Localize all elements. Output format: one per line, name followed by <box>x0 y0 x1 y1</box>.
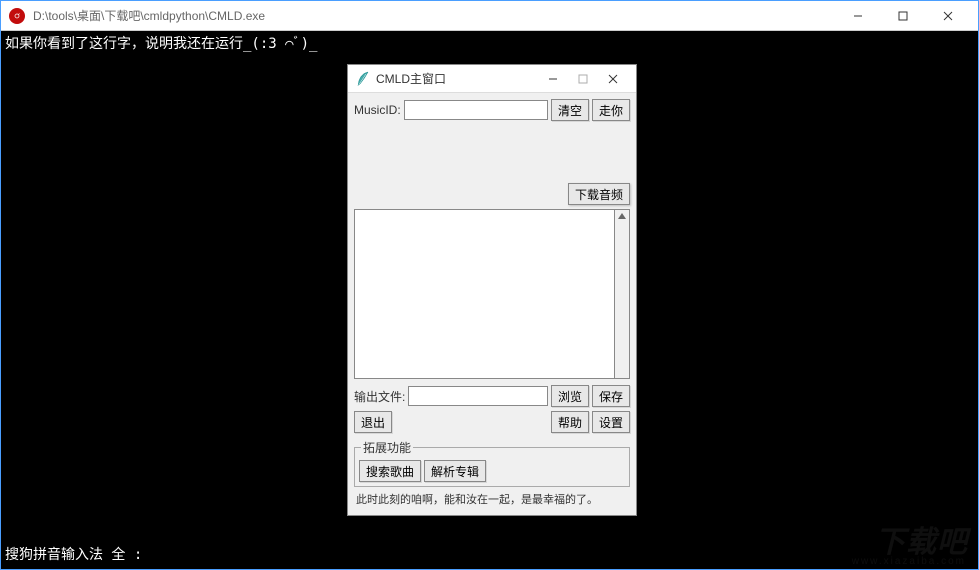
output-file-input[interactable] <box>408 386 548 406</box>
child-maximize-button[interactable] <box>568 68 598 90</box>
clear-button[interactable]: 清空 <box>551 99 589 121</box>
spacer <box>354 125 630 183</box>
child-minimize-button[interactable] <box>538 68 568 90</box>
help-button[interactable]: 帮助 <box>551 411 589 433</box>
extension-row: 搜索歌曲 解析专辑 <box>359 460 625 482</box>
child-close-button[interactable] <box>598 68 628 90</box>
go-button[interactable]: 走你 <box>592 99 630 121</box>
exit-button[interactable]: 退出 <box>354 411 392 433</box>
ime-status: 搜狗拼音输入法 全 : <box>5 544 142 564</box>
save-button[interactable]: 保存 <box>592 385 630 407</box>
music-id-label: MusicID: <box>354 103 401 117</box>
output-file-row: 输出文件: 浏览 保存 <box>354 385 630 407</box>
scrollbar[interactable] <box>615 209 630 379</box>
log-textarea[interactable] <box>354 209 615 379</box>
child-window-title: CMLD主窗口 <box>376 70 538 87</box>
netease-icon <box>9 8 25 24</box>
log-area-wrap <box>354 209 630 379</box>
child-window-controls <box>538 68 628 90</box>
music-id-row: MusicID: 清空 走你 <box>354 99 630 121</box>
console-window-controls <box>835 1 970 30</box>
child-body: MusicID: 清空 走你 下载音频 输出文件: 浏览 保存 退出 <box>348 93 636 515</box>
close-button[interactable] <box>925 1 970 30</box>
maximize-button[interactable] <box>880 1 925 30</box>
minimize-button[interactable] <box>835 1 880 30</box>
extension-legend: 拓展功能 <box>361 439 413 456</box>
extension-fieldset: 拓展功能 搜索歌曲 解析专辑 <box>354 439 630 487</box>
output-file-label: 输出文件: <box>354 388 405 405</box>
cmld-main-window: CMLD主窗口 MusicID: 清空 走你 下载音频 <box>347 64 637 516</box>
browse-button[interactable]: 浏览 <box>551 385 589 407</box>
action-row: 退出 帮助 设置 <box>354 411 630 433</box>
search-song-button[interactable]: 搜索歌曲 <box>359 460 421 482</box>
status-bar: 此时此刻的咱啊，能和汝在一起，是最幸福的了。 <box>354 487 630 509</box>
download-audio-button[interactable]: 下载音频 <box>568 183 630 205</box>
console-window: D:\tools\桌面\下载吧\cmldpython\CMLD.exe 如果你看… <box>0 0 979 570</box>
settings-button[interactable]: 设置 <box>592 411 630 433</box>
console-output-text: 如果你看到了这行字，说明我还在运行_(:3 ⌒ﾞ)_ <box>5 33 974 53</box>
parse-album-button[interactable]: 解析专辑 <box>424 460 486 482</box>
download-row: 下载音频 <box>354 183 630 205</box>
console-titlebar[interactable]: D:\tools\桌面\下载吧\cmldpython\CMLD.exe <box>1 1 978 31</box>
child-titlebar[interactable]: CMLD主窗口 <box>348 65 636 93</box>
console-title: D:\tools\桌面\下载吧\cmldpython\CMLD.exe <box>33 7 835 24</box>
scroll-up-icon <box>618 213 626 219</box>
feather-icon <box>356 70 370 88</box>
music-id-input[interactable] <box>404 100 548 120</box>
